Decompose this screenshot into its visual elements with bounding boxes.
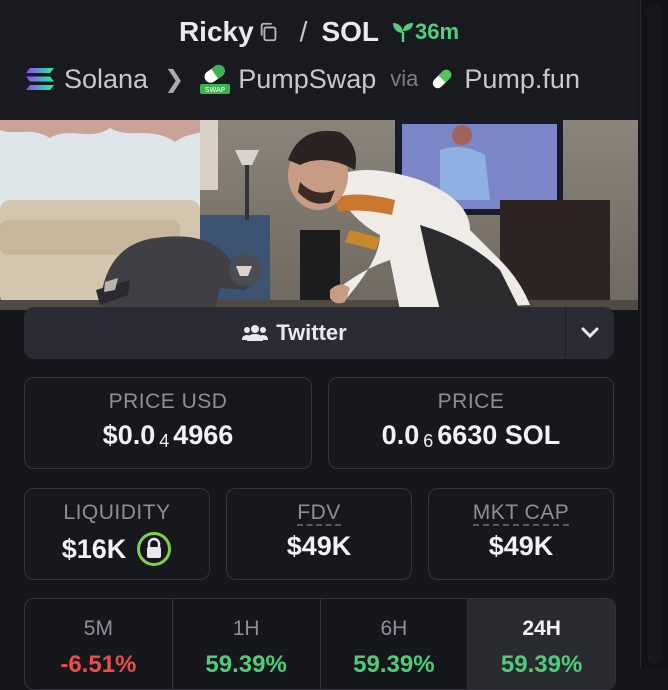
copy-icon[interactable] <box>258 21 280 43</box>
vertical-scrollbar[interactable] <box>640 0 668 668</box>
pair-title: Ricky / SOL 36m <box>0 16 638 48</box>
socials-dropdown-button[interactable] <box>565 307 614 359</box>
pumpswap-icon: SWAP <box>200 64 231 94</box>
chevron-right-icon: ❯ <box>164 65 185 93</box>
banner-photo <box>0 120 638 310</box>
timeframe-tabs: 5M -6.51% 1H 59.39% 6H 59.39% 24H 59.39% <box>24 598 616 690</box>
pair-separator: / <box>299 16 308 47</box>
price-native-card: PRICE 0.0 6 6630 SOL <box>328 377 614 469</box>
tab-6h[interactable]: 6H 59.39% <box>321 599 469 689</box>
liquidity-value: $16K <box>25 531 209 567</box>
token-banner-image <box>0 120 638 310</box>
pair-age: 36m <box>391 19 459 45</box>
price-native-value: 0.0 6 6630 SOL <box>329 420 613 451</box>
token-name: Ricky <box>178 16 254 47</box>
liquidity-card: LIQUIDITY $16K <box>24 488 210 580</box>
tab-24h[interactable]: 24H 59.39% <box>468 599 615 689</box>
price-native-prefix: 0.0 <box>381 420 420 450</box>
mkt-cap-label: MKT CAP <box>429 501 613 526</box>
quote-token: SOL <box>321 16 379 47</box>
dex-link[interactable]: PumpSwap <box>238 64 376 95</box>
tab-1h-change: 59.39% <box>205 651 287 678</box>
fdv-card: FDV $49K <box>226 488 412 580</box>
tab-5m-label: 5M <box>83 617 113 640</box>
pair-route: Solana ❯ SWAP PumpSwap via Pump.fun <box>24 62 624 96</box>
price-usd-prefix: $0.0 <box>102 420 156 450</box>
pill-icon <box>433 69 452 89</box>
chain-link[interactable]: Solana <box>64 64 148 95</box>
launchpad-link[interactable]: Pump.fun <box>464 64 580 95</box>
pair-header: Ricky / SOL 36m Solana ❯ SWAP PumpSwap v… <box>0 0 638 120</box>
price-usd-value: $0.0 4 4966 <box>25 420 311 451</box>
fdv-label: FDV <box>227 501 411 526</box>
chevron-down-icon <box>581 327 599 339</box>
token-info-panel: Ricky / SOL 36m Solana ❯ SWAP PumpSwap v… <box>0 0 638 690</box>
mkt-cap-value: $49K <box>488 531 554 561</box>
tab-6h-label: 6H <box>380 617 408 640</box>
price-usd-digits: 4966 <box>173 420 234 450</box>
svg-text:SWAP: SWAP <box>205 86 225 94</box>
tab-5m[interactable]: 5M -6.51% <box>25 599 173 689</box>
twitter-label: Twitter <box>276 320 347 345</box>
price-usd-label: PRICE USD <box>108 390 228 413</box>
solana-icon <box>26 68 54 90</box>
scrollbar-track[interactable] <box>647 4 663 664</box>
fdv-label-text: FDV <box>297 501 341 526</box>
price-native-digits: 6630 SOL <box>437 420 561 450</box>
tab-1h[interactable]: 1H 59.39% <box>173 599 321 689</box>
tab-6h-change: 59.39% <box>353 651 435 678</box>
price-usd-zero-count: 4 <box>159 431 170 451</box>
tab-24h-label: 24H <box>522 617 561 640</box>
lock-icon[interactable] <box>136 531 172 567</box>
sprout-icon <box>393 23 413 42</box>
via-label: via <box>390 66 419 91</box>
tab-24h-change: 59.39% <box>500 651 583 678</box>
tab-5m-change: -6.51% <box>60 651 137 678</box>
liquidity-label: LIQUIDITY <box>63 501 171 524</box>
users-icon <box>242 325 269 341</box>
twitter-button[interactable]: Twitter <box>24 307 565 359</box>
mkt-cap-label-text: MKT CAP <box>472 501 570 526</box>
price-usd-card: PRICE USD $0.0 4 4966 <box>24 377 312 469</box>
mkt-cap-card: MKT CAP $49K <box>428 488 614 580</box>
fdv-value: $49K <box>286 531 352 561</box>
socials-bar: Twitter <box>24 307 614 359</box>
pair-age-text: 36m <box>415 19 460 44</box>
tab-1h-label: 1H <box>232 617 260 640</box>
liquidity-amount: $16K <box>61 533 127 564</box>
price-native-zero-count: 6 <box>423 431 434 451</box>
price-native-label: PRICE <box>437 390 505 413</box>
